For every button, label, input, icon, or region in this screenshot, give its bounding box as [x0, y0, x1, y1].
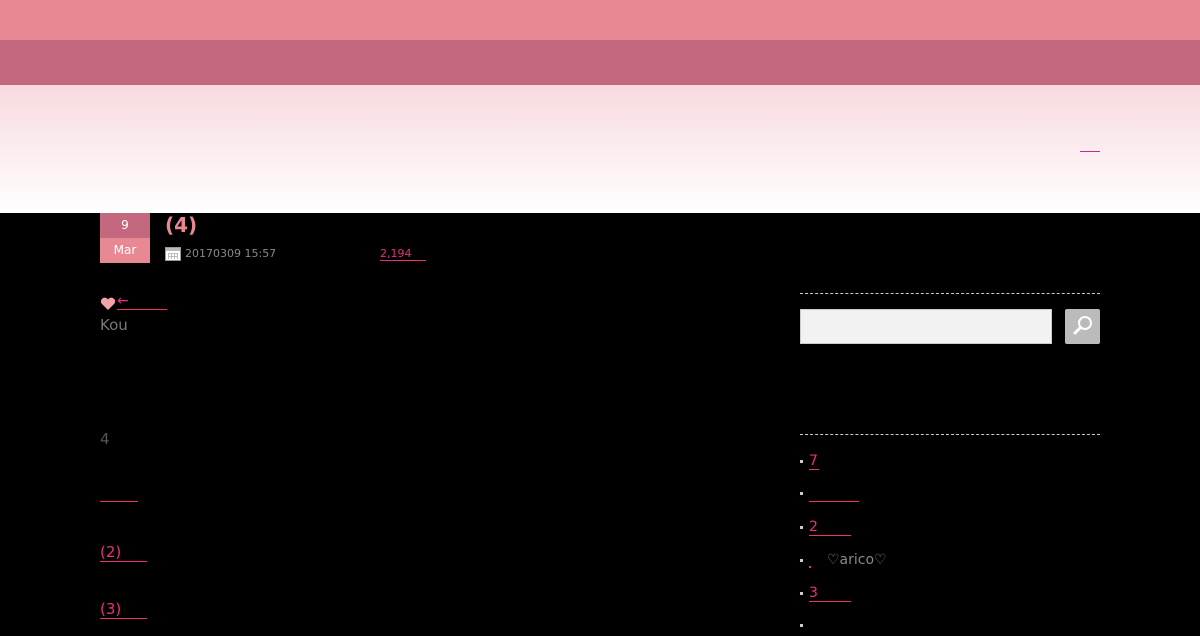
sidebar-list-item: 3	[800, 584, 1100, 604]
sidebar-link[interactable]: 2	[809, 519, 851, 536]
sidebar-link-dot[interactable]	[809, 566, 811, 568]
bullet-icon	[800, 592, 803, 595]
bullet-icon	[800, 559, 803, 562]
sidebar-list-item	[800, 484, 1100, 504]
sidebar-list-item	[800, 616, 1100, 636]
sidebar-list-item: ♡arico♡	[800, 551, 1100, 571]
author-name: Kou	[100, 316, 128, 334]
sidebar-link[interactable]: 3	[809, 585, 851, 602]
prev-post-link[interactable]: ←	[117, 294, 167, 310]
search-icon	[1073, 316, 1092, 335]
post-title: (4)	[165, 213, 198, 237]
sidebar-link[interactable]: 7	[809, 453, 819, 470]
post-date: 20170309 15:57	[185, 247, 277, 260]
bullet-icon	[800, 624, 803, 627]
search-input[interactable]	[800, 309, 1052, 344]
part-2-link[interactable]: (2)	[100, 544, 148, 562]
header-top-band	[0, 0, 1200, 40]
post-date-badge: 9 Mar	[100, 213, 150, 263]
bullet-icon	[800, 460, 803, 463]
calendar-icon	[165, 247, 181, 261]
bullet-icon	[800, 526, 803, 529]
part-3-link[interactable]: (3)	[100, 601, 148, 619]
bullet-icon	[800, 492, 803, 495]
sidebar-text: ♡arico♡	[827, 552, 887, 568]
body-number: 4	[100, 430, 110, 448]
header-nav-band	[0, 40, 1200, 85]
header-banner	[0, 85, 1200, 213]
header-link[interactable]	[1080, 140, 1100, 152]
body-link[interactable]	[100, 488, 138, 502]
sidebar-list-item: 2	[800, 518, 1100, 538]
search-button[interactable]	[1065, 309, 1100, 344]
sidebar-link[interactable]	[809, 485, 859, 502]
view-count-link[interactable]: 2,194	[380, 247, 426, 261]
sidebar-list-item: 7	[800, 452, 1100, 472]
date-month: Mar	[100, 238, 150, 263]
date-day: 9	[100, 213, 150, 238]
sidebar-divider	[800, 434, 1100, 435]
heart-icon	[100, 296, 116, 310]
sidebar-divider	[800, 293, 1100, 294]
